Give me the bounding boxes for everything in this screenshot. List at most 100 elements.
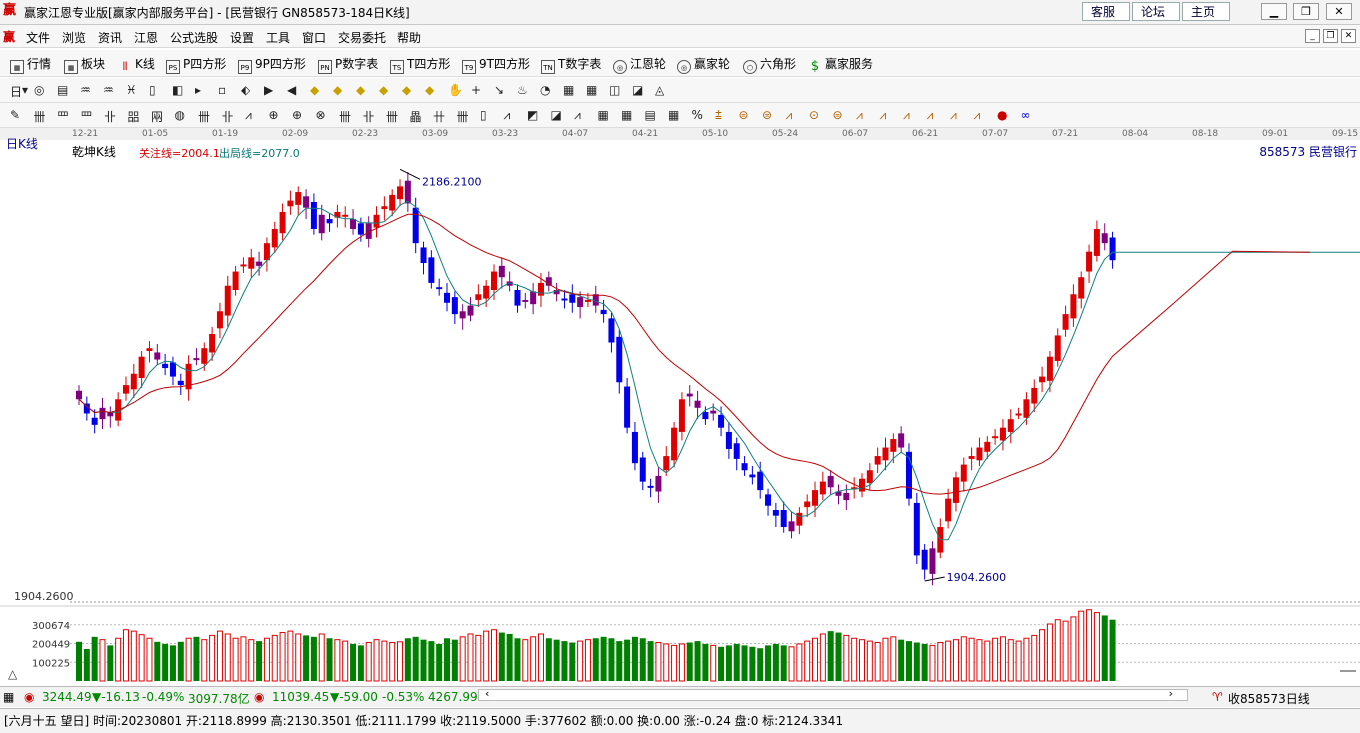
- analysis-icon-7[interactable]: ◍: [175, 108, 189, 122]
- menu-file[interactable]: 文件: [26, 29, 50, 46]
- tool-icon-4[interactable]: ♒: [80, 83, 94, 97]
- tool-icon-2[interactable]: ◎: [34, 83, 48, 97]
- analysis-icon-13[interactable]: ⊗: [316, 108, 330, 122]
- tool-icon-9[interactable]: ▸: [195, 83, 209, 97]
- analysis-icon-34[interactable]: ⊙: [809, 108, 823, 122]
- analysis-icon-12[interactable]: ⊕: [292, 108, 306, 122]
- analysis-icon-31[interactable]: ⊜: [739, 108, 753, 122]
- tool-icon-22[interactable]: ↘: [494, 83, 508, 97]
- analysis-icon-36[interactable]: ⩘: [856, 108, 870, 122]
- tool-icon-24[interactable]: ◔: [540, 83, 554, 97]
- toolbar-t-table[interactable]: TN T数字表: [541, 55, 601, 74]
- horizontal-scrollbar[interactable]: ‹ ›: [478, 687, 1188, 701]
- tool-icon-25[interactable]: ▦: [563, 83, 577, 97]
- analysis-icon-1[interactable]: 卌: [34, 108, 48, 124]
- toolbar-gann-wheel[interactable]: ◎ 江恩轮: [613, 55, 666, 74]
- analysis-icon-3[interactable]: 罒: [81, 108, 95, 124]
- menu-info[interactable]: 资讯: [98, 29, 122, 46]
- close-icon[interactable]: ✕: [1326, 3, 1352, 20]
- chart-area[interactable]: 1904.2600 2186.2100 1904.2600 300674 200449 1…: [0, 128, 1360, 683]
- tool-icon-21[interactable]: +: [471, 83, 485, 97]
- analysis-icon-6[interactable]: 㒳: [151, 108, 165, 124]
- analysis-icon-30[interactable]: ⩲: [715, 108, 729, 122]
- toolbar-p-square[interactable]: PS P四方形: [166, 55, 226, 74]
- mdi-restore-icon[interactable]: ❐: [1323, 29, 1338, 43]
- tool-icon-10[interactable]: ▫: [218, 83, 232, 97]
- analysis-icon-8[interactable]: 卌: [198, 108, 212, 124]
- tool-icon-17[interactable]: ◆: [379, 83, 393, 97]
- toolbar-service[interactable]: $ 赢家服务: [808, 55, 873, 74]
- analysis-icon-35[interactable]: ⊜: [833, 108, 847, 122]
- analysis-icon-0[interactable]: ✎: [10, 108, 24, 122]
- analysis-icon-21[interactable]: ⩘: [504, 108, 518, 122]
- tool-icon-3[interactable]: ▤: [57, 83, 71, 97]
- analysis-icon-9[interactable]: 卝: [222, 108, 236, 124]
- mdi-minimize-icon[interactable]: _: [1305, 29, 1320, 43]
- analysis-icon-33[interactable]: ⩘: [786, 108, 800, 122]
- menu-help[interactable]: 帮助: [397, 29, 421, 46]
- grid-icon[interactable]: ▦: [3, 690, 14, 704]
- menu-trade[interactable]: 交易委托: [338, 29, 386, 46]
- analysis-icon-22[interactable]: ◩: [527, 108, 541, 122]
- kline-chart[interactable]: 1904.2600 2186.2100 1904.2600 300674 200449 1…: [0, 128, 1360, 683]
- toolbar-t-square[interactable]: TS T四方形: [390, 55, 450, 74]
- sh-index[interactable]: 3244.49: [42, 690, 92, 704]
- analysis-icon-5[interactable]: 㗊: [128, 108, 142, 124]
- tool-icon-23[interactable]: ♨: [517, 83, 531, 97]
- analysis-icon-37[interactable]: ⩘: [880, 108, 894, 122]
- analysis-icon-19[interactable]: 卌: [457, 108, 471, 124]
- menu-formula[interactable]: 公式选股: [170, 29, 218, 46]
- tool-icon-6[interactable]: ♓: [126, 83, 140, 97]
- menu-gann[interactable]: 江恩: [134, 29, 158, 46]
- toolbar-p-table[interactable]: PN P数字表: [318, 55, 378, 74]
- analysis-icon-42[interactable]: ●: [997, 108, 1011, 122]
- analysis-icon-16[interactable]: 卌: [386, 108, 400, 124]
- analysis-icon-11[interactable]: ⊕: [269, 108, 283, 122]
- tool-icon-8[interactable]: ◧: [172, 83, 186, 97]
- menu-tools[interactable]: 工具: [266, 29, 290, 46]
- forum-link[interactable]: 论坛: [1132, 2, 1180, 21]
- analysis-icon-43[interactable]: ∞: [1021, 108, 1035, 122]
- tool-icon-20[interactable]: ✋: [448, 83, 463, 97]
- service-link[interactable]: 客服: [1082, 2, 1130, 21]
- menu-browse[interactable]: 浏览: [62, 29, 86, 46]
- tool-icon-13[interactable]: ◀: [287, 83, 301, 97]
- tool-icon-26[interactable]: ▦: [586, 83, 600, 97]
- tool-icon-28[interactable]: ◪: [632, 83, 646, 97]
- restore-icon[interactable]: ❐: [1293, 3, 1319, 20]
- analysis-icon-10[interactable]: ⩘: [245, 108, 259, 122]
- tool-icon-18[interactable]: ◆: [402, 83, 416, 97]
- analysis-icon-24[interactable]: ⩘: [574, 108, 588, 122]
- analysis-icon-40[interactable]: ⩘: [950, 108, 964, 122]
- tool-icon-14[interactable]: ◆: [310, 83, 324, 97]
- analysis-icon-26[interactable]: ▦: [621, 108, 635, 122]
- sz-index[interactable]: 11039.45: [272, 690, 329, 704]
- analysis-icon-38[interactable]: ⩘: [903, 108, 917, 122]
- toolbar-hexagon[interactable]: ⬡ 六角形: [743, 55, 796, 74]
- toolbar-quotes[interactable]: ▦ 行情: [10, 55, 51, 74]
- toolbar-9p-square[interactable]: P9 9P四方形: [238, 55, 306, 74]
- analysis-icon-2[interactable]: 罒: [57, 108, 71, 124]
- tool-icon-5[interactable]: ♒: [103, 83, 117, 97]
- analysis-icon-20[interactable]: ▯: [480, 108, 494, 122]
- analysis-icon-41[interactable]: ⩘: [974, 108, 988, 122]
- toolbar-9t-square[interactable]: T9 9T四方形: [462, 55, 530, 74]
- scroll-left-icon[interactable]: ‹: [485, 687, 489, 700]
- minimize-icon[interactable]: ▁: [1261, 3, 1287, 20]
- analysis-icon-15[interactable]: 卝: [363, 108, 377, 124]
- tool-icon-12[interactable]: ▶: [264, 83, 278, 97]
- menu-settings[interactable]: 设置: [230, 29, 254, 46]
- analysis-icon-4[interactable]: 卝: [104, 108, 118, 124]
- analysis-icon-28[interactable]: ▦: [668, 108, 682, 122]
- analysis-icon-29[interactable]: %: [692, 108, 706, 122]
- scroll-right-icon[interactable]: ›: [1169, 687, 1173, 700]
- toolbar-winner-wheel[interactable]: ◎ 赢家轮: [677, 55, 730, 74]
- analysis-icon-27[interactable]: ▤: [645, 108, 659, 122]
- analysis-icon-17[interactable]: 畾: [410, 108, 424, 124]
- tool-icon-27[interactable]: ◫: [609, 83, 623, 97]
- period-label[interactable]: 日K线: [6, 135, 38, 152]
- tool-icon-11[interactable]: ⬖: [241, 83, 255, 97]
- analysis-icon-23[interactable]: ◪: [551, 108, 565, 122]
- analysis-icon-25[interactable]: ▦: [598, 108, 612, 122]
- tool-icon-29[interactable]: ◬: [655, 83, 669, 97]
